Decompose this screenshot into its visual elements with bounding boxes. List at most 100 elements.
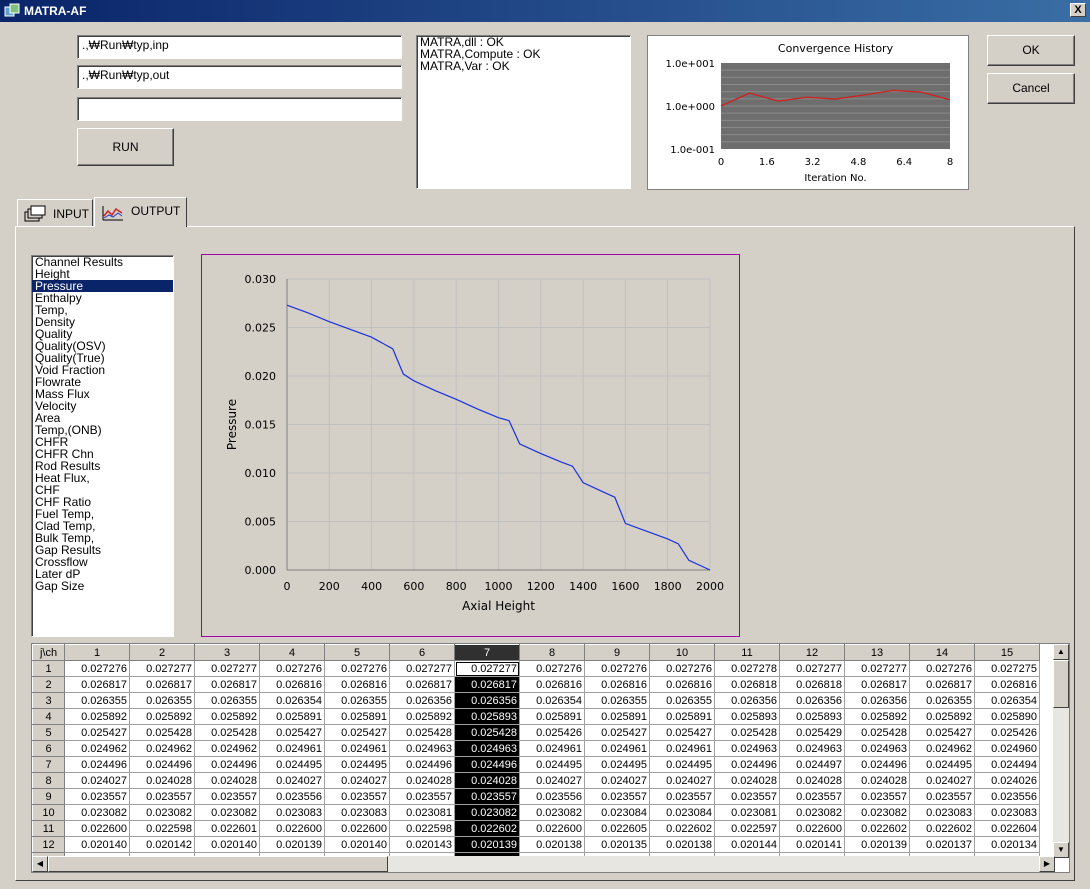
grid-cell[interactable]: 0.026355 — [129, 692, 195, 709]
grid-cell[interactable]: 0.022602 — [454, 820, 520, 837]
grid-cell[interactable]: 0.026816 — [649, 676, 715, 693]
grid-cell[interactable]: 0.020140 — [64, 836, 130, 853]
grid-cell[interactable]: 0.025428 — [714, 724, 780, 741]
grid-cell[interactable]: 0.027276 — [324, 660, 390, 677]
grid-cell[interactable]: 0.022600 — [259, 820, 325, 837]
column-header[interactable]: 4 — [259, 644, 325, 661]
grid-cell[interactable]: 0.025427 — [64, 724, 130, 741]
grid-cell[interactable]: 0.022600 — [779, 820, 845, 837]
grid-cell[interactable]: 0.025428 — [194, 724, 260, 741]
column-header[interactable]: 12 — [779, 644, 845, 661]
grid-cell[interactable]: 0.023082 — [779, 804, 845, 821]
grid-cell[interactable]: 0.023084 — [649, 804, 715, 821]
grid-cell[interactable]: 0.025893 — [714, 708, 780, 725]
grid-cell[interactable]: 0.023557 — [649, 788, 715, 805]
grid-cell[interactable]: 0.026355 — [64, 692, 130, 709]
grid-cell[interactable]: 0.024961 — [649, 740, 715, 757]
variable-list[interactable]: Channel Results Height Pressure Enthalpy Tem… — [31, 255, 174, 637]
grid-cell[interactable]: 0.024496 — [194, 756, 260, 773]
grid-cell[interactable]: 0.020138 — [519, 836, 585, 853]
tab-output[interactable]: OUTPUT — [94, 197, 187, 227]
grid-cell[interactable]: 0.025427 — [909, 724, 975, 741]
grid-cell[interactable]: 0.027275 — [974, 660, 1040, 677]
grid-cell[interactable]: 0.025428 — [454, 724, 520, 741]
grid-cell[interactable]: 0.024961 — [324, 740, 390, 757]
grid-cell[interactable]: 0.024497 — [779, 756, 845, 773]
grid-cell[interactable]: 0.024027 — [584, 772, 650, 789]
grid-cell[interactable]: 0.023084 — [584, 804, 650, 821]
grid-cell[interactable]: 0.022605 — [584, 820, 650, 837]
grid-cell[interactable]: 0.026817 — [454, 676, 520, 693]
grid-cell[interactable]: 0.020140 — [194, 836, 260, 853]
close-button[interactable]: X — [1070, 3, 1086, 17]
grid-cell[interactable]: 0.027276 — [649, 660, 715, 677]
grid-cell[interactable]: 0.023557 — [714, 788, 780, 805]
grid-cell[interactable]: 0.027277 — [194, 660, 260, 677]
grid-cell[interactable]: 0.024494 — [974, 756, 1040, 773]
grid-cell[interactable]: 0.020134 — [974, 836, 1040, 853]
extra-field[interactable] — [77, 97, 402, 121]
grid-cell[interactable]: 0.027276 — [909, 660, 975, 677]
grid-cell[interactable]: 0.026817 — [129, 676, 195, 693]
grid-cell[interactable]: 0.024962 — [64, 740, 130, 757]
grid-cell[interactable]: 0.024027 — [519, 772, 585, 789]
grid-cell[interactable]: 0.026817 — [194, 676, 260, 693]
grid-cell[interactable]: 0.025892 — [64, 708, 130, 725]
grid-cell[interactable]: 0.027276 — [259, 660, 325, 677]
grid-cell[interactable]: 0.024962 — [129, 740, 195, 757]
row-header[interactable]: 5 — [32, 724, 65, 741]
grid-cell[interactable]: 0.026817 — [909, 676, 975, 693]
grid-cell[interactable]: 0.023557 — [454, 788, 520, 805]
column-header[interactable]: 3 — [194, 644, 260, 661]
grid-cell[interactable]: 0.023557 — [129, 788, 195, 805]
grid-cell[interactable]: 0.026818 — [779, 676, 845, 693]
grid-cell[interactable]: 0.024027 — [64, 772, 130, 789]
grid-cell[interactable]: 0.026355 — [909, 692, 975, 709]
grid-cell[interactable]: 0.024027 — [649, 772, 715, 789]
grid-cell[interactable]: 0.026817 — [389, 676, 455, 693]
grid-cell[interactable]: 0.025892 — [909, 708, 975, 725]
output-file-field[interactable]: .,₩Run₩typ,out — [77, 65, 402, 89]
grid-cell[interactable]: 0.024495 — [519, 756, 585, 773]
grid-cell[interactable]: 0.023557 — [779, 788, 845, 805]
grid-cell[interactable]: 0.020144 — [714, 836, 780, 853]
column-header[interactable]: 8 — [519, 644, 585, 661]
grid-cell[interactable]: 0.023557 — [194, 788, 260, 805]
grid-cell[interactable]: 0.026817 — [844, 676, 910, 693]
grid-cell[interactable]: 0.022597 — [714, 820, 780, 837]
grid-cell[interactable]: 0.025426 — [974, 724, 1040, 741]
column-header[interactable]: 11 — [714, 644, 780, 661]
scroll-up-icon[interactable]: ▲ — [1053, 644, 1069, 660]
grid-cell[interactable]: 0.024961 — [259, 740, 325, 757]
grid-cell[interactable]: 0.023082 — [519, 804, 585, 821]
grid-cell[interactable]: 0.026816 — [324, 676, 390, 693]
horizontal-scroll-thumb[interactable] — [48, 856, 388, 872]
grid-cell[interactable]: 0.023557 — [844, 788, 910, 805]
grid-cell[interactable]: 0.023082 — [64, 804, 130, 821]
grid-cell[interactable]: 0.026816 — [974, 676, 1040, 693]
grid-cell[interactable]: 0.024496 — [64, 756, 130, 773]
grid-cell[interactable]: 0.025892 — [389, 708, 455, 725]
grid-cell[interactable]: 0.026356 — [389, 692, 455, 709]
grid-cell[interactable]: 0.027277 — [129, 660, 195, 677]
grid-cell[interactable]: 0.020142 — [129, 836, 195, 853]
grid-cell[interactable]: 0.026816 — [584, 676, 650, 693]
grid-cell[interactable]: 0.026355 — [584, 692, 650, 709]
row-header[interactable]: 6 — [32, 740, 65, 757]
grid-cell[interactable]: 0.020139 — [454, 836, 520, 853]
grid-cell[interactable]: 0.024026 — [974, 772, 1040, 789]
grid-cell[interactable]: 0.025427 — [584, 724, 650, 741]
ok-button[interactable]: OK — [987, 35, 1075, 66]
grid-cell[interactable]: 0.024960 — [974, 740, 1040, 757]
grid-cell[interactable]: 0.026354 — [259, 692, 325, 709]
grid-cell[interactable]: 0.025891 — [584, 708, 650, 725]
grid-cell[interactable]: 0.023083 — [974, 804, 1040, 821]
column-header[interactable]: 2 — [129, 644, 195, 661]
grid-cell[interactable]: 0.026356 — [714, 692, 780, 709]
grid-cell[interactable]: 0.023083 — [259, 804, 325, 821]
grid-cell[interactable]: 0.025892 — [194, 708, 260, 725]
grid-cell[interactable]: 0.024962 — [909, 740, 975, 757]
grid-cell[interactable]: 0.024963 — [779, 740, 845, 757]
grid-cell[interactable]: 0.025428 — [129, 724, 195, 741]
grid-cell[interactable]: 0.027276 — [64, 660, 130, 677]
